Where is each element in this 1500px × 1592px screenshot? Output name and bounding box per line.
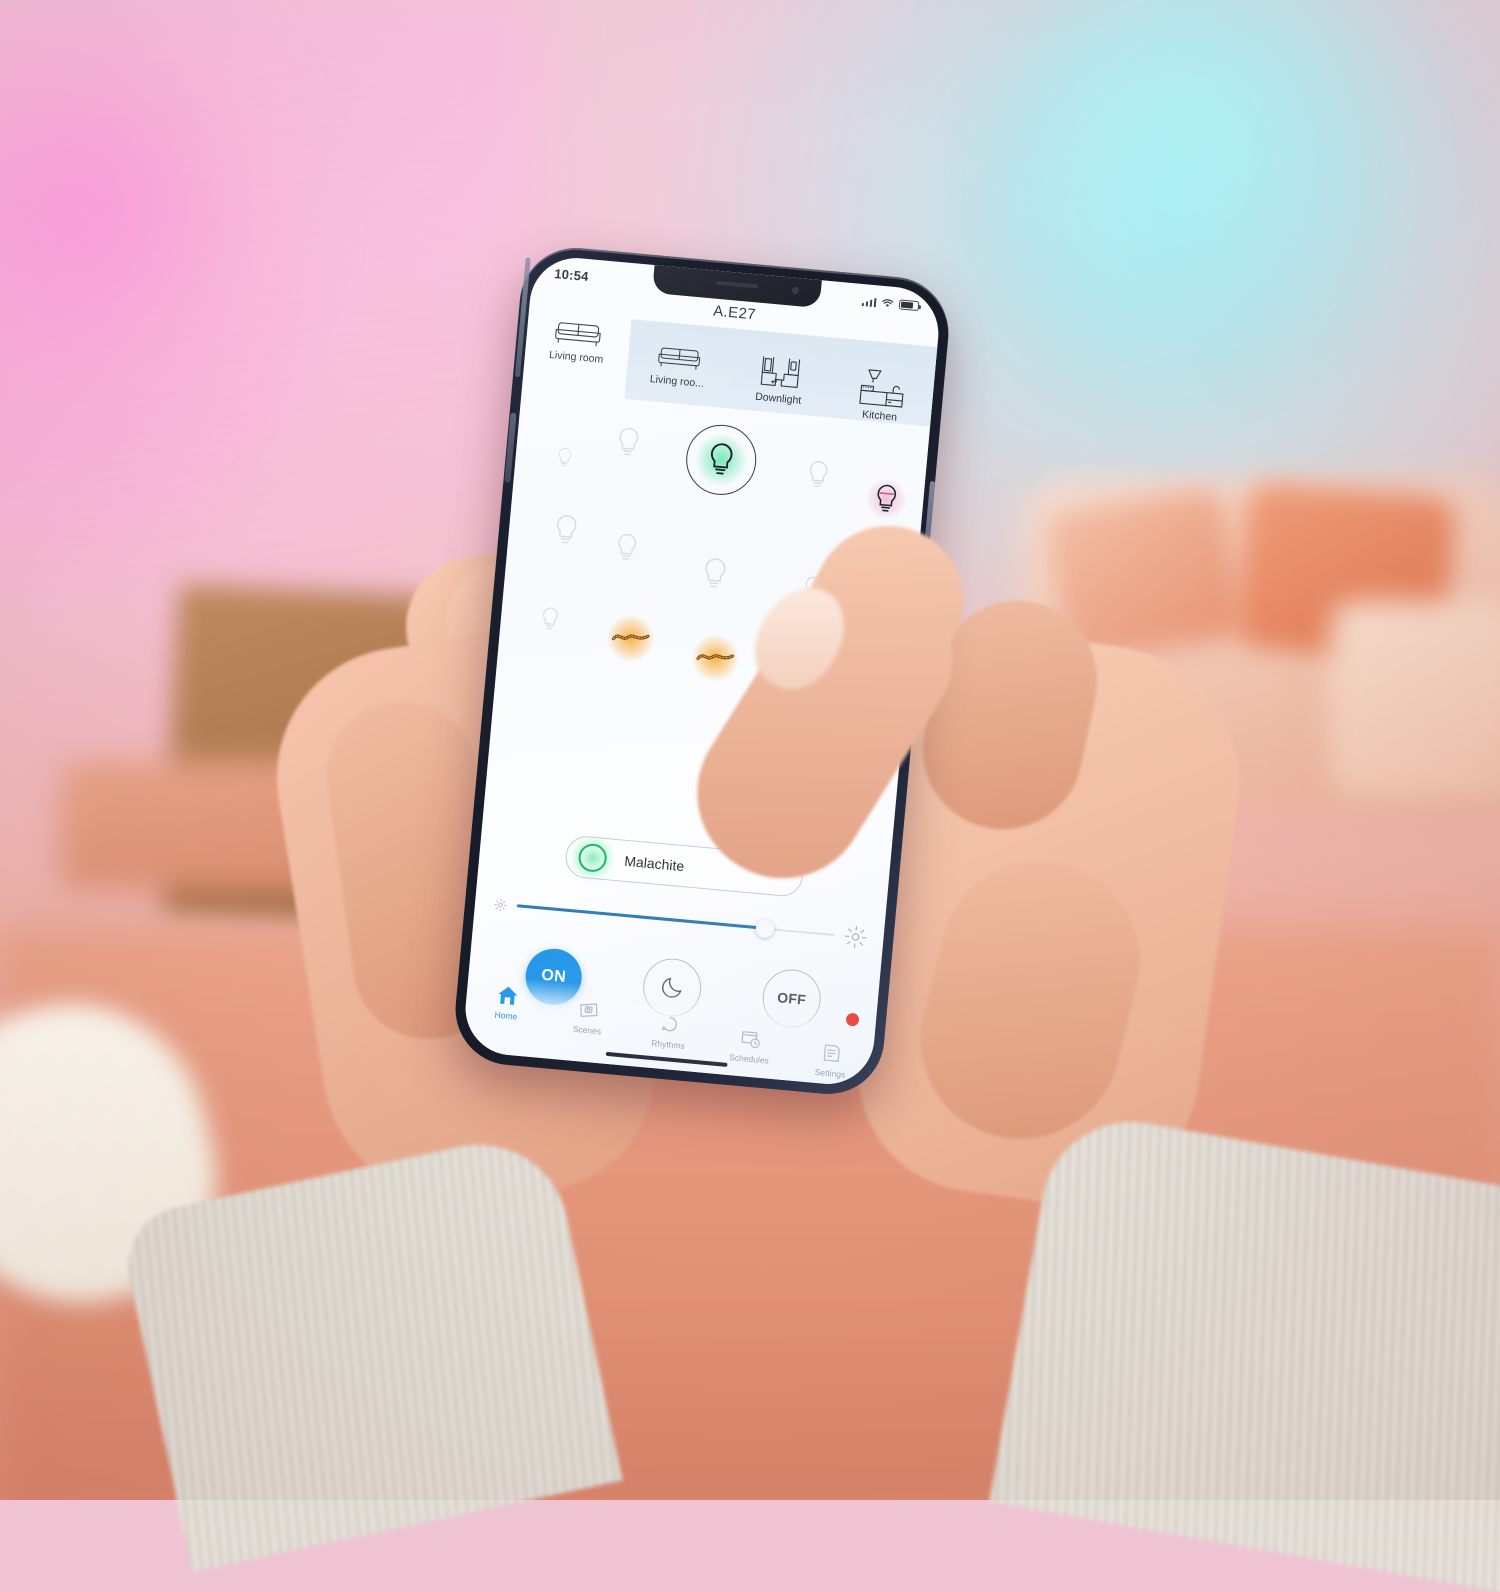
- home-icon: [496, 983, 520, 1009]
- bulb-icon[interactable]: [614, 425, 643, 460]
- tab-label: Schedules: [728, 1052, 770, 1066]
- scene-name-label: Malachite: [623, 852, 685, 875]
- schedules-icon: [739, 1026, 763, 1052]
- status-indicators: [861, 296, 920, 312]
- room-tab-label: Living room: [548, 348, 604, 366]
- tab-rhythms[interactable]: Rhythms: [627, 995, 713, 1053]
- tab-settings[interactable]: Settings: [789, 1010, 877, 1082]
- sofa-icon: [555, 322, 601, 347]
- tab-label: Home: [494, 1009, 518, 1022]
- floorplan-icon: [760, 356, 801, 389]
- cushion-c: [1330, 600, 1500, 800]
- room-tab-living-room-2[interactable]: Living roo...: [623, 319, 734, 409]
- settings-icon: [820, 1040, 844, 1066]
- scenes-icon: [577, 997, 601, 1023]
- lightstrip-icon[interactable]: [611, 629, 650, 648]
- room-tab-living-room[interactable]: Living room: [522, 310, 631, 399]
- kitchen-hood-icon: [859, 369, 904, 408]
- bulb-icon[interactable]: [705, 440, 737, 479]
- bulb-icon[interactable]: [805, 458, 832, 491]
- status-time: 10:54: [553, 265, 590, 284]
- signal-bars-icon: [861, 296, 877, 307]
- rhythms-icon: [658, 1012, 682, 1038]
- tab-home[interactable]: Home: [465, 980, 550, 1024]
- brightness-track-fill: [516, 904, 765, 930]
- tab-label: Settings: [814, 1066, 846, 1080]
- room-tab-label: Living roo...: [649, 373, 705, 390]
- lightstrip-icon[interactable]: [696, 648, 735, 667]
- bulb-icon[interactable]: [555, 446, 574, 469]
- sun-small-icon: [494, 898, 507, 911]
- bulb-icon[interactable]: [539, 605, 561, 633]
- battery-icon: [898, 299, 920, 312]
- bulb-icon[interactable]: [552, 512, 582, 548]
- bulb-icon[interactable]: [873, 482, 901, 516]
- sun-large-icon: [844, 926, 867, 948]
- brightness-track[interactable]: [516, 896, 835, 945]
- wifi-icon: [882, 299, 894, 307]
- sofa-icon: [657, 347, 700, 370]
- room-tab-downlight[interactable]: Downlight: [725, 328, 836, 418]
- room-tab-kitchen[interactable]: Kitchen: [828, 337, 938, 427]
- tab-schedules[interactable]: Schedules: [708, 1002, 795, 1067]
- right-sleeve: [989, 1107, 1500, 1592]
- settings-badge: [844, 1011, 861, 1028]
- scene-color-dot: [577, 842, 608, 874]
- tab-label: Scenes: [572, 1023, 602, 1037]
- bulb-icon[interactable]: [613, 531, 640, 564]
- bulb-icon[interactable]: [699, 555, 730, 592]
- brightness-knob[interactable]: [754, 918, 775, 939]
- tab-scenes[interactable]: Scenes: [546, 987, 632, 1038]
- tab-label: Rhythms: [650, 1037, 686, 1051]
- room-tab-label: Downlight: [754, 390, 802, 407]
